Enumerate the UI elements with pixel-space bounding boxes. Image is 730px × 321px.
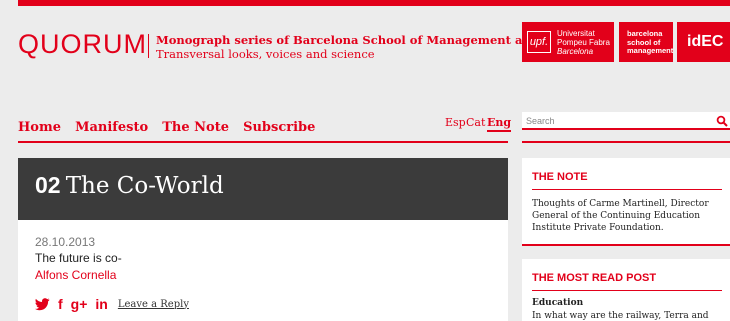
upf-name-line2: Pompeu Fabra [557, 38, 610, 47]
main-nav: Home Manifesto The Note Subscribe [18, 116, 324, 135]
social-share-bar: f g+ in Leave a Reply [35, 296, 189, 312]
post-title[interactable]: The future is co- [35, 251, 122, 265]
upf-logo[interactable]: upf. Universitat Pompeu Fabra Barcelona [522, 22, 614, 62]
site-subtagline: Transversal looks, voices and science [156, 47, 375, 61]
nav-the-note[interactable]: The Note [162, 120, 229, 135]
twitter-icon[interactable] [35, 297, 50, 311]
most-read-widget: THE MOST READ POST Education In what way… [522, 259, 730, 321]
google-plus-icon[interactable]: g+ [71, 296, 88, 312]
nav-manifesto[interactable]: Manifesto [75, 120, 148, 135]
facebook-icon[interactable]: f [58, 296, 63, 312]
nav-subscribe[interactable]: Subscribe [243, 120, 315, 135]
nav-home[interactable]: Home [18, 120, 61, 135]
most-read-post-title[interactable]: Education [522, 291, 730, 309]
issue-title: The Co-World [65, 173, 224, 199]
post-author[interactable]: Alfons Cornella [35, 268, 116, 282]
linkedin-icon[interactable]: in [95, 296, 107, 312]
bsm-line3: management [627, 46, 674, 55]
the-note-heading[interactable]: THE NOTE [522, 158, 730, 183]
upf-name-line3: Barcelona [557, 47, 594, 56]
nav-underline [18, 141, 508, 143]
most-read-heading: THE MOST READ POST [532, 272, 657, 284]
top-accent-bar [18, 0, 730, 6]
post-date: 28.10.2013 [35, 235, 96, 249]
issue-header: 02 The Co-World [18, 158, 508, 220]
lang-esp[interactable]: Esp [445, 116, 466, 129]
leave-reply-link[interactable]: Leave a Reply [118, 299, 189, 310]
search-icon[interactable] [716, 115, 728, 127]
the-note-widget: THE NOTE Thoughts of Carme Martinell, Di… [522, 158, 730, 246]
issue-panel: 02 The Co-World 28.10.2013 The future is… [18, 158, 508, 321]
lang-eng[interactable]: Eng [487, 116, 512, 132]
header-divider [148, 34, 149, 58]
upf-name-line1: Universitat [557, 29, 595, 38]
search-underline [522, 141, 730, 143]
site-logo[interactable]: QUORUM [18, 29, 147, 60]
upf-mark: upf. [527, 31, 551, 53]
the-note-text: Thoughts of Carme Martinell, Director Ge… [532, 199, 709, 233]
bsm-logo[interactable]: barcelona school of management [619, 22, 673, 62]
idec-logo[interactable]: idEC [677, 22, 730, 62]
most-read-post-text: In what way are the railway, Terra and o… [532, 311, 709, 321]
lang-cat[interactable]: Cat [466, 116, 485, 129]
search-input[interactable]: Search [522, 112, 730, 130]
issue-number: 02 [35, 172, 61, 198]
